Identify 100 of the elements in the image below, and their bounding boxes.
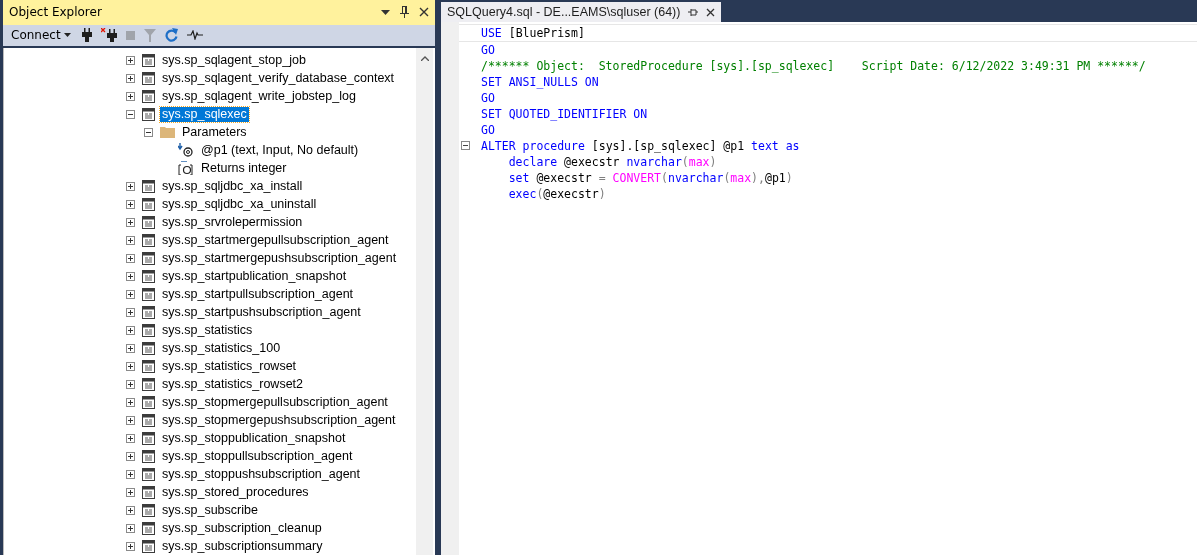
tree-item[interactable]: sys.sp_sqlexec	[160, 106, 249, 122]
stored-procedure-icon	[142, 323, 155, 337]
folder-icon	[160, 126, 175, 138]
tree-item[interactable]: sys.sp_stopmergepullsubscription_agent	[160, 394, 390, 410]
tree-item[interactable]: sys.sp_startpushsubscription_agent	[160, 304, 363, 320]
code-line: SET ANSI_NULLS ON	[481, 75, 599, 89]
stored-procedure-icon	[142, 233, 155, 247]
tree-item[interactable]: sys.sp_stored_procedures	[160, 484, 311, 500]
expander-icon[interactable]	[144, 127, 153, 137]
expander-icon[interactable]	[126, 109, 135, 119]
stored-procedure-icon	[142, 287, 155, 301]
close-icon[interactable]	[706, 7, 716, 17]
tree-item[interactable]: sys.sp_subscription_cleanup	[160, 520, 324, 536]
stored-procedure-icon	[142, 341, 155, 355]
stored-procedure-icon	[142, 395, 155, 409]
expander-icon[interactable]	[126, 325, 135, 335]
filter-icon	[143, 28, 156, 42]
stored-procedure-icon	[142, 359, 155, 373]
tree-item[interactable]: sys.sp_startpublication_snapshot	[160, 268, 349, 284]
fold-toggle-icon[interactable]	[461, 141, 470, 150]
expander-icon[interactable]	[126, 199, 135, 209]
tree-item[interactable]: sys.sp_startpullsubscription_agent	[160, 286, 356, 302]
expander-icon[interactable]	[126, 55, 135, 65]
tree-item[interactable]: sys.sp_sqlagent_write_jobstep_log	[160, 88, 358, 104]
tree-item[interactable]: sys.sp_statistics	[160, 322, 255, 338]
dropdown-icon[interactable]	[381, 9, 390, 15]
expander-icon[interactable]	[126, 343, 135, 353]
tree-item[interactable]: sys.sp_sqlagent_verify_database_context	[160, 70, 397, 86]
expander-icon[interactable]	[126, 487, 135, 497]
expander-icon[interactable]	[126, 271, 135, 281]
caret-icon[interactable]	[63, 33, 71, 38]
activity-icon[interactable]	[186, 30, 203, 41]
scroll-up-icon[interactable]	[420, 56, 429, 61]
tree-item[interactable]: sys.sp_sqlagent_stop_job	[160, 52, 308, 68]
return-value-icon	[178, 161, 194, 175]
close-icon[interactable]	[419, 7, 429, 18]
expander-icon[interactable]	[126, 415, 135, 425]
stored-procedure-icon	[142, 413, 155, 427]
tree-item[interactable]: sys.sp_stoppullsubscription_agent	[160, 448, 355, 464]
code-line: GO	[481, 123, 495, 137]
tree-item[interactable]: sys.sp_startmergepullsubscription_agent	[160, 232, 391, 248]
expander-icon[interactable]	[126, 541, 135, 551]
refresh-icon[interactable]	[164, 28, 178, 43]
expander-icon[interactable]	[126, 469, 135, 479]
expander-icon[interactable]	[126, 433, 135, 443]
expander-icon[interactable]	[126, 235, 135, 245]
expander-icon[interactable]	[126, 253, 135, 263]
stored-procedure-icon	[142, 107, 155, 121]
code-line: /****** Object: StoredProcedure [sys].[sp_sqlexec] Script Date: 6/12/2022 3:49:31 PM ******/	[481, 59, 1146, 73]
stored-procedure-icon	[142, 89, 155, 103]
tree-item[interactable]: sys.sp_stoppublication_snapshot	[160, 430, 348, 446]
stored-procedure-icon	[142, 305, 155, 319]
stored-procedure-icon	[142, 485, 155, 499]
expander-icon[interactable]	[126, 379, 135, 389]
stored-procedure-icon	[142, 251, 155, 265]
expander-icon[interactable]	[126, 397, 135, 407]
tree-item[interactable]: sys.sp_statistics_rowset	[160, 358, 299, 374]
stored-procedure-icon	[142, 377, 155, 391]
expander-icon[interactable]	[126, 307, 135, 317]
tree-item[interactable]: Parameters	[180, 124, 249, 140]
tree-item[interactable]: sys.sp_stopmergepushsubscription_agent	[160, 412, 398, 428]
pin-icon[interactable]	[688, 7, 699, 17]
stored-procedure-icon	[142, 197, 155, 211]
document-tab[interactable]: SQLQuery4.sql - DE...EAMS\sqluser (64))	[441, 2, 722, 22]
tree-item[interactable]: sys.sp_sqljdbc_xa_install	[160, 178, 305, 194]
pin-icon[interactable]	[400, 6, 409, 19]
tree-item[interactable]: sys.sp_startmergepushsubscription_agent	[160, 250, 399, 266]
expander-icon[interactable]	[126, 73, 135, 83]
stored-procedure-icon	[142, 521, 155, 535]
stored-procedure-icon	[142, 179, 155, 193]
tree-item[interactable]: sys.sp_sqljdbc_xa_uninstall	[160, 196, 319, 212]
tree-item[interactable]: sys.sp_subscriptionsummary	[160, 538, 325, 554]
scrollbar[interactable]	[416, 48, 433, 555]
tree-item[interactable]: sys.sp_statistics_100	[160, 340, 283, 356]
expander-icon[interactable]	[126, 289, 135, 299]
stored-procedure-icon	[142, 269, 155, 283]
tree-item[interactable]: Returns integer	[199, 160, 289, 176]
stop-icon	[125, 30, 135, 40]
expander-icon[interactable]	[126, 217, 135, 227]
tree-item[interactable]: sys.sp_statistics_rowset2	[160, 376, 306, 392]
stored-procedure-icon	[142, 53, 155, 67]
expander-icon[interactable]	[126, 505, 135, 515]
tree-item[interactable]: sys.sp_subscribe	[160, 502, 260, 518]
expander-icon[interactable]	[126, 361, 135, 371]
code-line: GO	[481, 43, 495, 57]
code-line: ALTER procedure [sys].[sp_sqlexec] @p1 text as	[481, 139, 800, 153]
tree-item[interactable]: @p1 (text, Input, No default)	[199, 142, 361, 158]
expander-icon[interactable]	[126, 181, 135, 191]
panel-title: Object Explorer	[9, 5, 102, 20]
tree-item[interactable]: sys.sp_srvrolepermission	[160, 214, 305, 230]
expander-icon[interactable]	[126, 91, 135, 101]
parameter-icon	[178, 143, 194, 157]
code-line: set @execstr = CONVERT(nvarchar(max),@p1)	[507, 171, 793, 185]
expander-icon[interactable]	[126, 523, 135, 533]
disconnect-icon[interactable]	[100, 28, 117, 43]
expander-icon[interactable]	[126, 451, 135, 461]
plug-icon[interactable]	[81, 28, 92, 43]
connect-button[interactable]: Connect	[9, 28, 73, 43]
stored-procedure-icon	[142, 71, 155, 85]
tree-item[interactable]: sys.sp_stoppushsubscription_agent	[160, 466, 363, 482]
